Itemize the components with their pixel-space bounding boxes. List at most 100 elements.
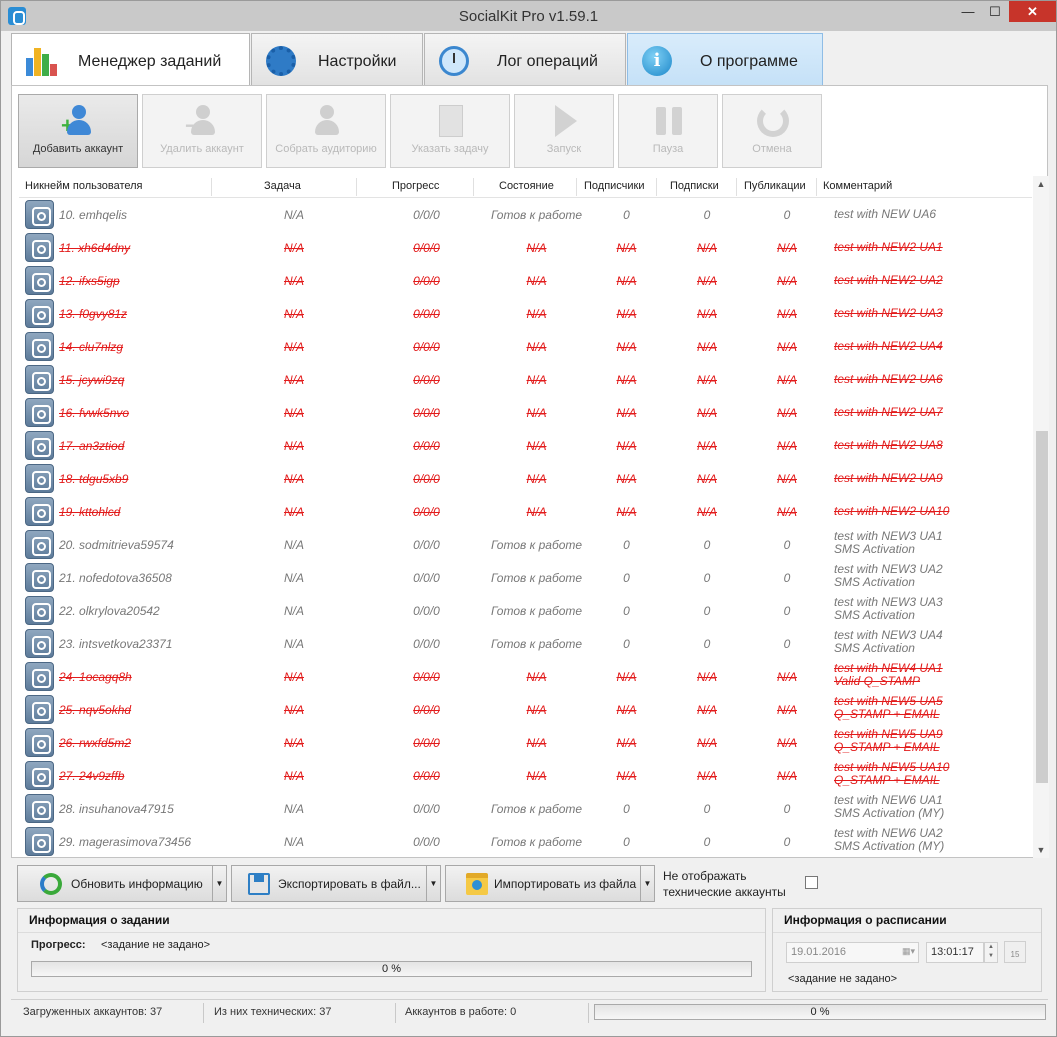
cell-progress: 0/0/0 — [413, 439, 440, 453]
close-button[interactable]: ✕ — [1009, 1, 1056, 22]
table-row[interactable]: 25. nqv5okhd N/A 0/0/0 N/A N/A N/A N/A test wit… — [19, 693, 1027, 726]
cell-subscriptions: N/A — [696, 241, 717, 255]
table-row[interactable]: 16. fvwk5nvo N/A 0/0/0 N/A N/A N/A N/A test wit… — [19, 396, 1027, 429]
table-row[interactable]: 21. nofedotova36508 N/A 0/0/0 Готов к работ… — [19, 561, 1027, 594]
table-row[interactable]: 18. tdgu5xb9 N/A 0/0/0 N/A N/A N/A N/A test wit… — [19, 462, 1027, 495]
set-task-button[interactable]: Указать задачу — [390, 94, 510, 168]
cell-subscribers: 0 — [623, 538, 630, 552]
cell-nickname: 15. jcywi9zq — [59, 373, 125, 387]
cell-progress: 0/0/0 — [413, 835, 440, 849]
table-row[interactable]: 14. clu7nlzg N/A 0/0/0 N/A N/A N/A N/A test wit… — [19, 330, 1027, 363]
cell-publications: N/A — [776, 505, 797, 519]
button-label: Собрать аудиторию — [275, 143, 377, 155]
table-row[interactable]: 23. intsvetkova23371 N/A 0/0/0 Готов к рабо… — [19, 627, 1027, 660]
column-header-subscriptions[interactable]: Подписки — [670, 180, 719, 192]
table-row[interactable]: 12. ifxs5igp N/A 0/0/0 N/A N/A N/A N/A test wit… — [19, 264, 1027, 297]
button-label: Запуск — [546, 143, 582, 155]
tab-settings[interactable]: Настройки — [251, 33, 423, 85]
cell-publications: N/A — [776, 703, 797, 717]
column-header-publications[interactable]: Публикации — [744, 180, 806, 192]
cell-progress: 0/0/0 — [413, 769, 440, 783]
schedule-date-value: 19.01.2016 — [791, 946, 847, 958]
chevron-down-icon[interactable]: ▼ — [640, 866, 654, 901]
task-progress-bar: 0 % — [31, 961, 752, 977]
table-row[interactable]: 13. f0gvy81z N/A 0/0/0 N/A N/A N/A N/A test wit… — [19, 297, 1027, 330]
table-row[interactable]: 24. 1ocagq8h N/A 0/0/0 N/A N/A N/A N/A test wit… — [19, 660, 1027, 693]
cell-progress: 0/0/0 — [413, 274, 440, 288]
cell-publications: 0 — [783, 835, 791, 849]
scroll-down-icon[interactable]: ▼ — [1033, 842, 1049, 858]
table-row[interactable]: 11. xh6d4dny N/A 0/0/0 N/A N/A N/A N/A test wit… — [19, 231, 1027, 264]
maximize-button[interactable]: ☐ — [982, 1, 1008, 22]
cell-nickname: 19. kttohlcd — [59, 505, 121, 519]
start-button[interactable]: Запуск — [514, 94, 614, 168]
cell-progress: 0/0/0 — [413, 373, 440, 387]
tab-about[interactable]: i О программе — [627, 33, 823, 85]
hide-technical-checkbox[interactable] — [805, 876, 818, 889]
cell-subscriptions: N/A — [696, 406, 717, 420]
cell-progress: 0/0/0 — [413, 406, 440, 420]
column-header-subscribers[interactable]: Подписчики — [584, 180, 645, 192]
cell-task: N/A — [283, 274, 304, 288]
schedule-date-field[interactable]: 19.01.2016 ▦▾ — [786, 942, 919, 963]
scroll-thumb[interactable] — [1036, 431, 1048, 783]
cell-subscribers: N/A — [616, 307, 637, 321]
collect-audience-button[interactable]: Собрать аудиторию — [266, 94, 386, 168]
instagram-icon — [25, 695, 54, 724]
column-header-state[interactable]: Состояние — [499, 180, 554, 192]
time-spinner-icon[interactable]: ▲ ▼ — [984, 942, 998, 963]
tab-label: О программе — [700, 53, 798, 70]
column-header-task[interactable]: Задача — [264, 180, 301, 192]
cell-subscriptions: N/A — [696, 439, 717, 453]
column-header-progress[interactable]: Прогресс — [392, 180, 439, 192]
column-header-nickname[interactable]: Никнейм пользователя — [25, 180, 143, 192]
cell-nickname: 25. nqv5okhd — [59, 703, 132, 717]
task-status-text: <задание не задано> — [101, 939, 211, 951]
cell-publications: 0 — [783, 604, 791, 618]
cell-state: Готов к работе — [490, 538, 583, 552]
table-row[interactable]: 17. an3ztiod N/A 0/0/0 N/A N/A N/A N/A test wit… — [19, 429, 1027, 462]
instagram-icon — [25, 596, 54, 625]
import-from-file-button[interactable]: Импортировать из файла ▼ — [445, 865, 655, 902]
table-row[interactable]: 26. rwxfd5m2 N/A 0/0/0 N/A N/A N/A N/A test wit… — [19, 726, 1027, 759]
scroll-up-icon[interactable]: ▲ — [1033, 176, 1049, 192]
table-row[interactable]: 27. 24v9zffb N/A 0/0/0 N/A N/A N/A N/A test wit… — [19, 759, 1027, 792]
table-row[interactable]: 28. insuhanova47915 N/A 0/0/0 Готов к работ… — [19, 792, 1027, 825]
instagram-icon — [25, 299, 54, 328]
comment-line2: SMS Activation — [834, 641, 915, 655]
cell-progress: 0/0/0 — [413, 670, 440, 684]
cell-publications: 0 — [783, 571, 791, 585]
cell-nickname: 13. f0gvy81z — [59, 307, 128, 321]
schedule-time-field[interactable]: 13:01:17 — [926, 942, 984, 963]
tab-task-manager[interactable]: Менеджер заданий — [11, 33, 250, 87]
comment-line1: test with NEW UA6 — [834, 207, 937, 221]
cell-state: Готов к работе — [490, 571, 583, 585]
chevron-down-icon[interactable]: ▼ — [426, 866, 440, 901]
cell-task: N/A — [283, 703, 304, 717]
cell-publications: N/A — [776, 340, 797, 354]
minimize-button[interactable]: — — [955, 1, 981, 22]
chevron-down-icon[interactable]: ▼ — [212, 866, 226, 901]
loaded-accounts-count: Загруженных аккаунтов: 37 — [23, 1006, 163, 1018]
pause-button[interactable]: Пауза — [618, 94, 718, 168]
table-scrollbar[interactable]: ▲ ▼ — [1033, 176, 1049, 858]
task-info-group: Информация о задании Прогресс: <задание … — [17, 908, 766, 992]
cancel-button[interactable]: Отмена — [722, 94, 822, 168]
calendar-icon[interactable]: 15 — [1004, 941, 1026, 963]
column-header-comment[interactable]: Комментарий — [823, 180, 892, 192]
calendar-dropdown-icon[interactable]: ▦▾ — [902, 946, 915, 957]
table-row[interactable]: 22. olkrylova20542 N/A 0/0/0 Готов к работе… — [19, 594, 1027, 627]
table-row[interactable]: 10. emhqelis N/A 0/0/0 Готов к работе 0 0 0 tes… — [19, 198, 1027, 231]
tab-operations-log[interactable]: Лог операций — [424, 33, 626, 85]
delete-account-button[interactable]: − Удалить аккаунт — [142, 94, 262, 168]
table-row[interactable]: 20. sodmitrieva59574 N/A 0/0/0 Готов к рабо… — [19, 528, 1027, 561]
refresh-info-button[interactable]: Обновить информацию ▼ — [17, 865, 227, 902]
table-row[interactable]: 15. jcywi9zq N/A 0/0/0 N/A N/A N/A N/A test wit… — [19, 363, 1027, 396]
cell-state: N/A — [526, 274, 547, 288]
table-row[interactable]: 19. kttohlcd N/A 0/0/0 N/A N/A N/A N/A test wit… — [19, 495, 1027, 528]
cell-state: Готов к работе — [490, 802, 583, 816]
add-account-button[interactable]: + Добавить аккаунт — [18, 94, 138, 168]
cell-subscribers: N/A — [616, 274, 637, 288]
export-to-file-button[interactable]: Экспортировать в файл... ▼ — [231, 865, 441, 902]
table-row[interactable]: 29. magerasimova73456 N/A 0/0/0 Готов к раб… — [19, 825, 1027, 858]
